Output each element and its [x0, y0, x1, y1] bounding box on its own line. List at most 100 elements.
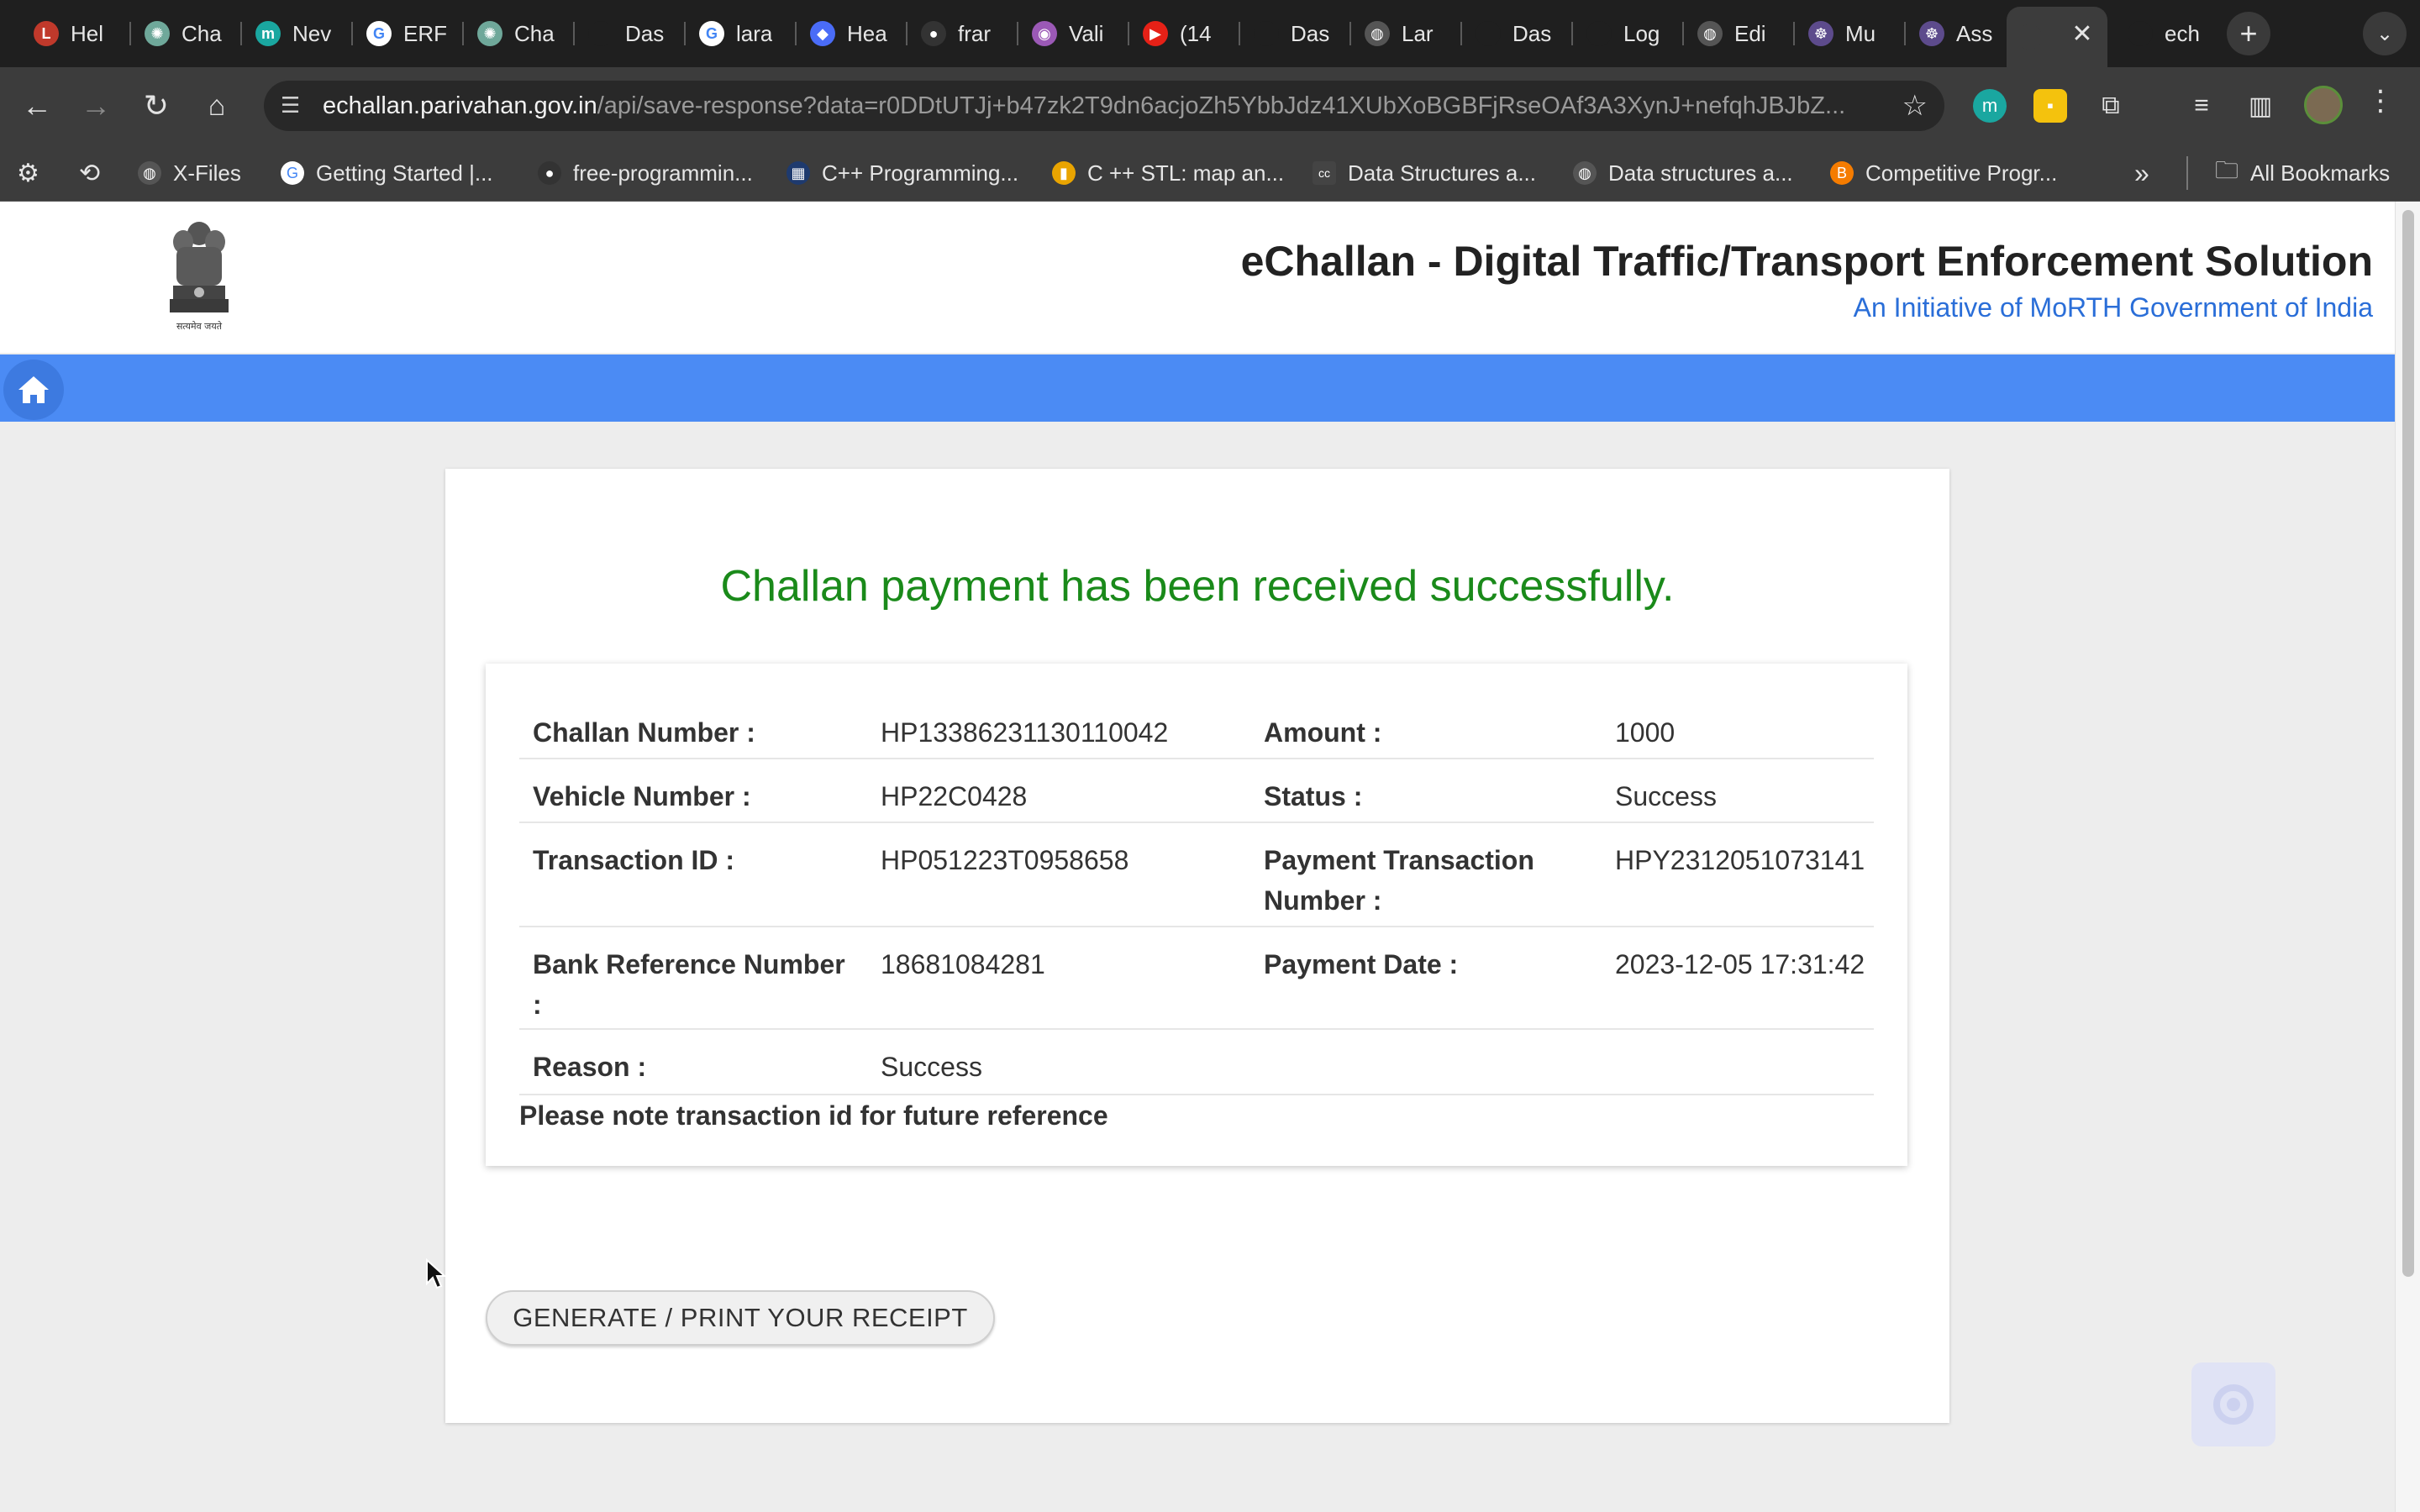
detail-value: HPY2312051073141	[1615, 845, 1865, 875]
browser-tab[interactable]: L Hel	[24, 10, 134, 57]
bookmark-star-icon[interactable]: ☆	[1902, 89, 1928, 123]
extension-keep-icon[interactable]: ▪	[2033, 89, 2067, 123]
bookmark-item[interactable]: cc Data Structures a...	[1313, 156, 1536, 190]
bookmark-item[interactable]: ● free-programmin...	[538, 156, 753, 190]
site-header: सत्यमेव जयते eChallan - Digital Traffic/…	[0, 202, 2395, 353]
history-icon[interactable]: ⟲	[79, 156, 100, 190]
bookmarks-separator	[2186, 156, 2188, 190]
home-button[interactable]	[3, 360, 64, 420]
browser-tab[interactable]: ☸ Mu	[1798, 10, 1909, 57]
tab-strip: L Hel ✺ Cha m Nev G ERF ✺ Cha Das Glara ◆ Hea ● frar ◉ Va…	[0, 0, 2420, 67]
detail-label: Payment Date :	[1264, 949, 1459, 979]
payment-detail-row: Bank Reference Number : 18681084281 Paymen…	[519, 927, 1874, 1030]
bookmarks-bar: ⚙ ⟲ » 🗀 All Bookmarks ◍ X-Files G Getting S…	[0, 144, 2420, 202]
browser-toolbar: ← → ↻ ⌂ ☰ echallan.parivahan.gov.in/api/…	[0, 67, 2420, 144]
tab-title: frar	[958, 20, 991, 46]
browser-tab[interactable]: Das	[578, 10, 689, 57]
bookmark-favicon-icon: ◍	[1573, 161, 1597, 185]
tab-title: Mu	[1845, 20, 1876, 46]
bookmark-item[interactable]: G Getting Started |...	[281, 156, 493, 190]
tab-favicon-icon: ◆	[810, 21, 835, 46]
tab-favicon-icon: ✺	[477, 21, 502, 46]
media-controls-icon[interactable]: ≡	[2185, 89, 2218, 123]
bookmark-item[interactable]: ▮ C ++ STL: map an...	[1052, 156, 1284, 190]
home-icon	[18, 376, 49, 403]
bookmark-item[interactable]: ▦ C++ Programming...	[786, 156, 1018, 190]
tab-favicon-icon: m	[255, 21, 281, 46]
browser-tab[interactable]: Das	[1465, 10, 1576, 57]
browser-tab[interactable]: m Nev	[245, 10, 356, 57]
bookmark-item[interactable]: ◍ X-Files	[138, 156, 241, 190]
floating-assistant-widget[interactable]	[2191, 1362, 2275, 1446]
tab-separator	[1571, 22, 1573, 45]
new-tab-button[interactable]: +	[2227, 12, 2270, 55]
payment-detail-row: Vehicle Number : HP22C0428 Status : Success	[519, 759, 1874, 823]
browser-tab[interactable]: Log	[1576, 10, 1687, 57]
tab-favicon-icon: ●	[921, 21, 946, 46]
bookmark-favicon-icon: cc	[1313, 161, 1336, 185]
browser-tab[interactable]: ● frar	[911, 10, 1022, 57]
close-tab-icon[interactable]: ✕	[2067, 18, 2097, 49]
browser-tab[interactable]: ✺ Cha	[467, 10, 578, 57]
scrollbar-thumb[interactable]	[2402, 210, 2414, 1277]
page-scrollbar[interactable]	[2395, 202, 2420, 1512]
profile-avatar[interactable]	[2304, 86, 2343, 124]
all-bookmarks-label: All Bookmarks	[2250, 160, 2391, 186]
extension-m-icon[interactable]: m	[1973, 89, 2007, 123]
detail-label: Amount :	[1264, 717, 1382, 748]
settings-gear-icon[interactable]: ⚙	[17, 156, 39, 190]
browser-tab[interactable]: ☸ Ass	[1909, 10, 2020, 57]
detail-value: 2023-12-05 17:31:42	[1615, 949, 1865, 979]
tab-title: Log	[1623, 20, 1660, 46]
tab-separator	[684, 22, 686, 45]
bookmark-label: C ++ STL: map an...	[1087, 160, 1285, 186]
browser-menu-icon[interactable]: ⋮	[2366, 84, 2395, 118]
tab-title: Hea	[847, 20, 887, 46]
bookmark-favicon-icon: ●	[538, 161, 561, 185]
detail-value: HP051223T0958658	[881, 845, 1129, 875]
url-path: /api/save-response?data=r0DDtUTJj+b47zk2…	[597, 92, 1846, 119]
folder-icon: 🗀	[2215, 157, 2239, 183]
browser-tab[interactable]: Das	[1244, 10, 1355, 57]
extensions-puzzle-icon[interactable]: ⧉	[2094, 89, 2128, 123]
browser-tab[interactable]: ◍ Lar	[1355, 10, 1465, 57]
detail-label: Status :	[1264, 781, 1363, 811]
home-icon[interactable]: ⌂	[193, 82, 240, 129]
tab-separator	[1904, 22, 1906, 45]
tab-separator	[1017, 22, 1018, 45]
tab-separator	[1349, 22, 1351, 45]
main-navbar	[0, 354, 2395, 422]
detail-value: HP13386231130110042	[881, 717, 1169, 748]
tab-search-button[interactable]: ⌄	[2363, 12, 2407, 55]
browser-tab[interactable]: ech	[2118, 10, 2228, 57]
reload-icon[interactable]: ↻	[133, 82, 180, 129]
all-bookmarks-folder[interactable]: 🗀 All Bookmarks	[2215, 156, 2390, 190]
bookmark-favicon-icon: ◍	[138, 161, 161, 185]
tab-separator	[240, 22, 242, 45]
detail-value: 18681084281	[881, 949, 1045, 979]
tab-title: Vali	[1069, 20, 1104, 46]
more-bookmarks-chevron-icon[interactable]: »	[2134, 156, 2149, 190]
browser-tab[interactable]: ✺ Cha	[134, 10, 245, 57]
tab-separator	[795, 22, 797, 45]
tab-favicon-icon: G	[366, 21, 392, 46]
address-bar[interactable]: ☰ echallan.parivahan.gov.in/api/save-res…	[264, 81, 1944, 131]
back-icon[interactable]: ←	[13, 82, 60, 129]
site-info-icon[interactable]: ☰	[281, 92, 308, 119]
generate-receipt-button[interactable]: GENERATE / PRINT YOUR RECEIPT	[486, 1290, 995, 1346]
bookmark-item[interactable]: B Competitive Progr...	[1830, 156, 2057, 190]
browser-tab[interactable]: ▶ (14	[1133, 10, 1244, 57]
browser-tab[interactable]: G ERF	[356, 10, 467, 57]
tab-favicon-icon: ◉	[1032, 21, 1057, 46]
bookmark-item[interactable]: ◍ Data structures a...	[1573, 156, 1793, 190]
browser-tab[interactable]: Glara	[689, 10, 800, 57]
tab-favicon-icon: L	[34, 21, 59, 46]
detail-label: Transaction ID :	[533, 845, 735, 875]
browser-tab[interactable]: ◍ Edi	[1687, 10, 1798, 57]
forward-icon[interactable]: →	[72, 82, 119, 129]
bookmark-favicon-icon: G	[281, 161, 304, 185]
browser-tab[interactable]: ◉ Vali	[1022, 10, 1133, 57]
payment-details-table: Please note transaction id for future re…	[486, 664, 1907, 1166]
browser-tab[interactable]: ◆ Hea	[800, 10, 911, 57]
side-panel-icon[interactable]: ▥	[2244, 89, 2277, 123]
